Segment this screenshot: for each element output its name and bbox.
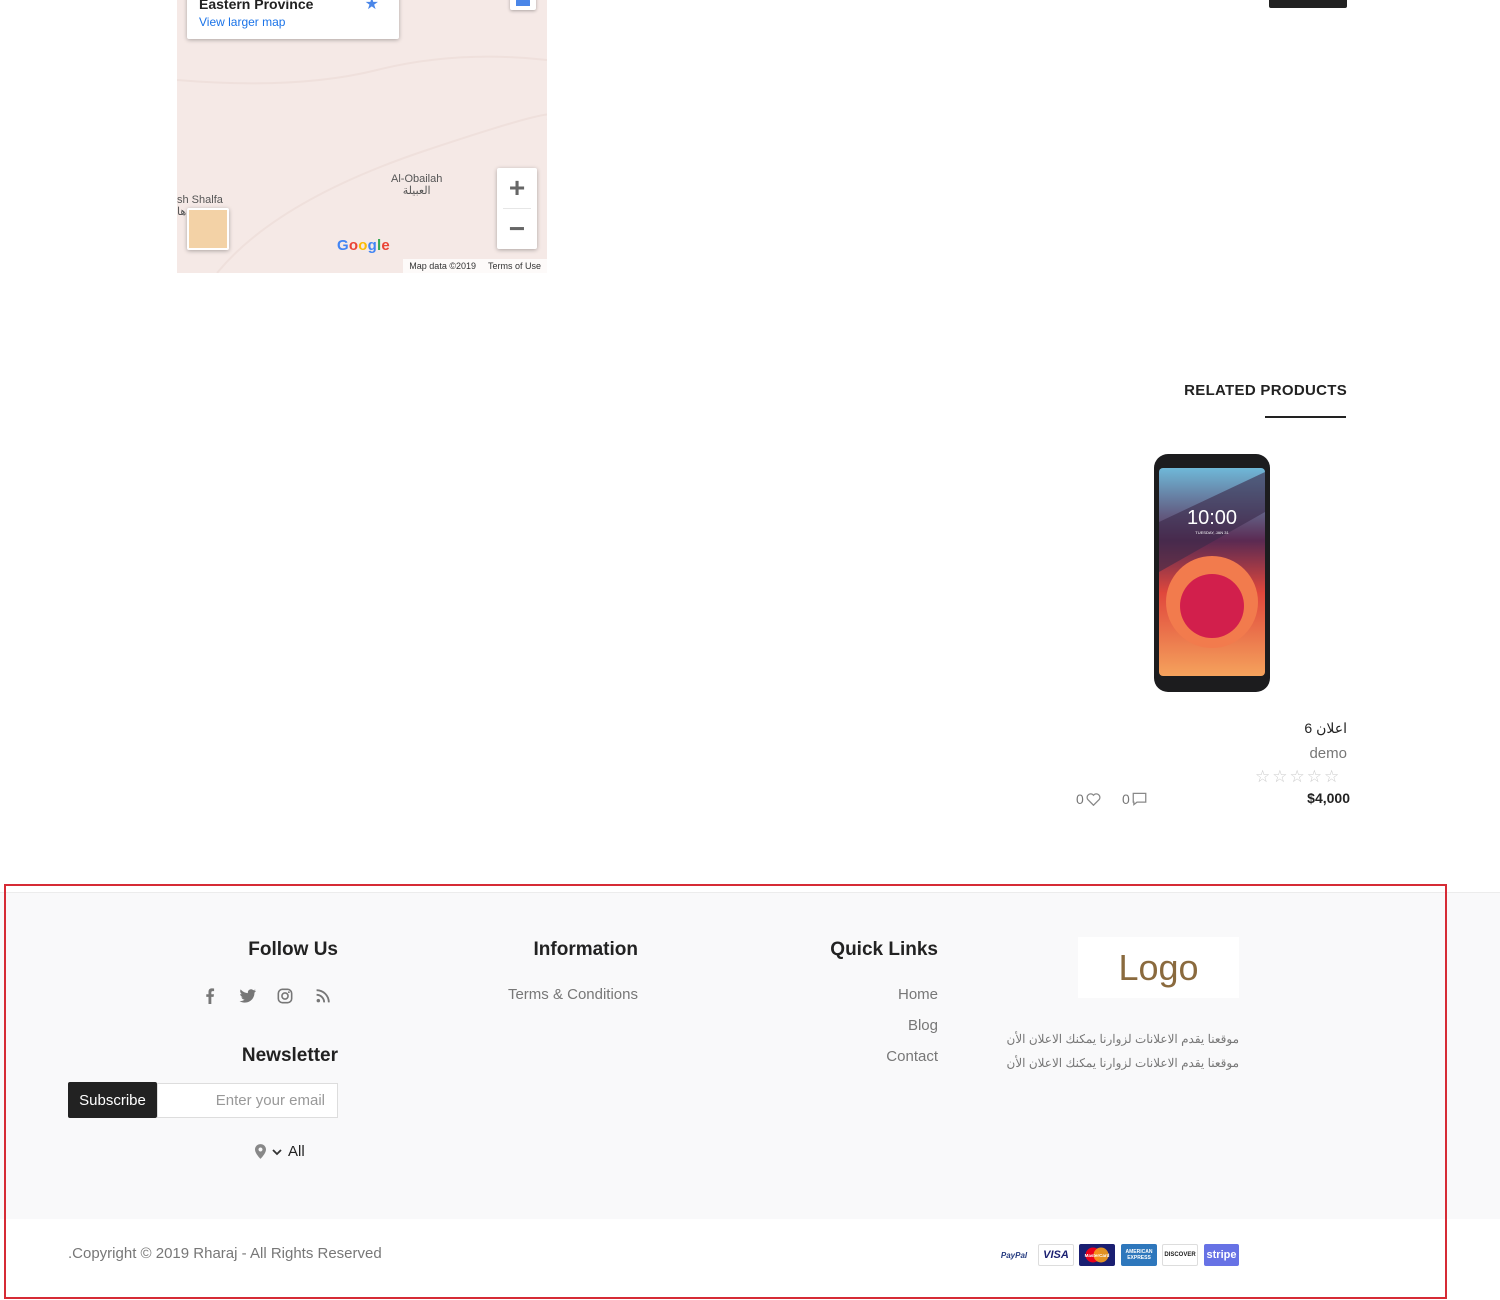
comment-icon bbox=[1132, 792, 1147, 806]
follow-us-title: Follow Us bbox=[248, 939, 338, 960]
phone-screen-date: TUESDAY, JAN 31 bbox=[1195, 530, 1229, 535]
location-label: All bbox=[288, 1143, 305, 1160]
twitter-icon[interactable] bbox=[236, 985, 258, 1007]
street-view-icon[interactable] bbox=[510, 0, 536, 10]
email-input[interactable] bbox=[157, 1083, 338, 1118]
map-data-label: Map data ©2019 bbox=[409, 261, 476, 271]
facebook-icon[interactable] bbox=[199, 985, 221, 1007]
map-info-card: Eastern Province View larger map ★ bbox=[187, 0, 399, 39]
product-image[interactable]: 10:00 TUESDAY, JAN 31 bbox=[1150, 452, 1274, 694]
top-action-button[interactable] bbox=[1269, 0, 1347, 8]
location-selector[interactable]: All bbox=[255, 1143, 305, 1160]
satellite-toggle[interactable] bbox=[187, 208, 229, 250]
comment-button[interactable]: 0 bbox=[1122, 791, 1147, 807]
rss-icon[interactable] bbox=[312, 985, 334, 1007]
visa-icon: VISA bbox=[1038, 1244, 1074, 1266]
zoom-in-button[interactable]: + bbox=[497, 168, 537, 208]
comment-count: 0 bbox=[1122, 791, 1130, 807]
quick-link-blog[interactable]: Blog bbox=[820, 1017, 938, 1034]
title-underline bbox=[1265, 416, 1346, 418]
star-icon[interactable]: ★ bbox=[365, 0, 379, 14]
svg-text:MasterCard: MasterCard bbox=[1085, 1253, 1110, 1258]
google-logo: Google bbox=[337, 237, 390, 254]
newsletter-title: Newsletter bbox=[241, 1045, 338, 1066]
footer-logo[interactable]: Logo bbox=[1078, 937, 1239, 998]
page: Eastern Province View larger map ★ Al-Ob… bbox=[0, 0, 1500, 1300]
like-button[interactable]: 0 bbox=[1076, 791, 1101, 807]
like-count: 0 bbox=[1076, 791, 1084, 807]
view-larger-map-link[interactable]: View larger map bbox=[199, 15, 285, 29]
phone-screen-time: 10:00 bbox=[1187, 507, 1237, 529]
quick-link-contact[interactable]: Contact bbox=[820, 1048, 938, 1065]
map-label-obailah: Al-Obailah العبيلة bbox=[391, 173, 443, 197]
map-background bbox=[177, 55, 547, 273]
paypal-icon: PayPal bbox=[995, 1244, 1033, 1266]
chevron-down-icon bbox=[272, 1148, 282, 1155]
map-attribution: Map data ©2019 Terms of Use bbox=[403, 259, 547, 273]
map-zoom-control: + − bbox=[497, 168, 537, 249]
information-title: Information bbox=[533, 939, 639, 960]
product-price: $4,000 bbox=[1307, 790, 1350, 806]
zoom-out-button[interactable]: − bbox=[497, 209, 537, 249]
product-vendor[interactable]: demo bbox=[1309, 745, 1347, 762]
amex-icon: AMERICAN EXPRESS bbox=[1121, 1244, 1157, 1266]
mastercard-icon: MasterCard bbox=[1079, 1244, 1115, 1266]
quick-link-home[interactable]: Home bbox=[820, 986, 938, 1003]
quick-links-title: Quick Links bbox=[830, 939, 938, 960]
heart-icon bbox=[1086, 793, 1101, 806]
terms-of-use-link[interactable]: Terms of Use bbox=[488, 261, 541, 271]
map-embed[interactable]: Eastern Province View larger map ★ Al-Ob… bbox=[177, 0, 547, 273]
rating-stars: ☆☆☆☆☆ bbox=[1255, 767, 1342, 786]
stripe-icon: stripe bbox=[1204, 1244, 1239, 1266]
instagram-icon[interactable] bbox=[274, 985, 296, 1007]
related-products-title: RELATED PRODUCTS bbox=[1184, 382, 1347, 399]
product-name[interactable]: اعلان 6 bbox=[1304, 720, 1347, 737]
map-pin-icon bbox=[255, 1144, 266, 1159]
copyright-text: .Copyright © 2019 Rharaj - All Rights Re… bbox=[68, 1245, 382, 1262]
terms-conditions-link[interactable]: Terms & Conditions bbox=[440, 986, 638, 1003]
about-text: موقعنا يقدم الاعلانات لزوارنا يمكنك الاع… bbox=[1006, 1032, 1240, 1070]
map-place-title: Eastern Province bbox=[199, 0, 314, 12]
discover-icon: DISCOVER bbox=[1162, 1244, 1198, 1266]
subscribe-button[interactable]: Subscribe bbox=[68, 1082, 157, 1118]
